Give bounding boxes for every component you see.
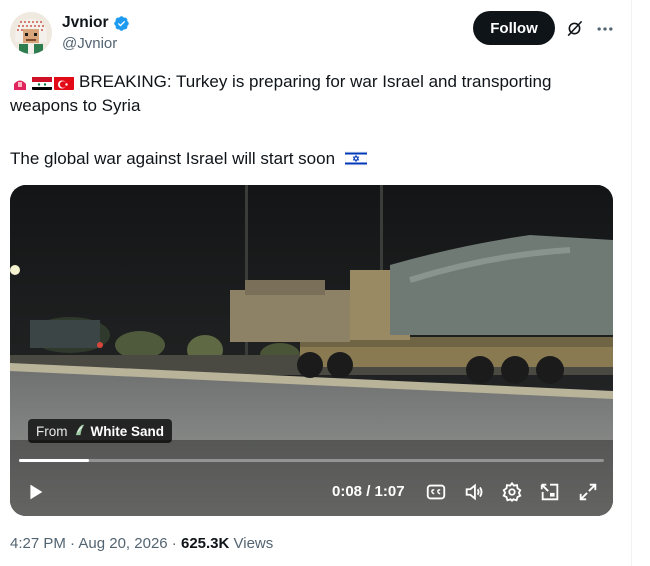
rotating-light-icon <box>10 75 30 90</box>
tweet-metadata: 4:27 PM · Aug 20, 2026 · 625.3K Views <box>10 535 273 552</box>
follow-button[interactable]: Follow <box>473 11 555 45</box>
source-name: White Sand <box>90 423 165 439</box>
current-time: 0:08 <box>332 483 363 500</box>
verified-badge-icon <box>113 15 130 32</box>
column-divider <box>631 0 632 566</box>
video-time: 0:08 / 1:07 <box>332 483 405 500</box>
meta-separator: · <box>65 535 79 552</box>
source-attribution-badge[interactable]: From White Sand <box>28 419 172 443</box>
video-progress-fill <box>19 459 89 462</box>
video-progress-bar[interactable] <box>19 459 604 462</box>
turkey-flag-icon <box>54 75 74 90</box>
grok-icon[interactable] <box>565 19 584 38</box>
settings-gear-icon[interactable] <box>501 481 523 503</box>
israel-flag-icon <box>344 149 368 167</box>
tweet-text-line2: The global war against Israel will start… <box>10 149 336 168</box>
post-time[interactable]: 4:27 PM <box>10 535 66 552</box>
tweet-text-line2-container: The global war against Israel will start… <box>10 147 368 171</box>
from-label: From <box>36 423 68 439</box>
syria-flag-icon <box>32 75 52 90</box>
video-frame <box>10 185 613 516</box>
play-icon[interactable] <box>24 481 46 503</box>
closed-captions-icon[interactable] <box>425 481 447 503</box>
tweet-text: BREAKING: Turkey is preparing for war Is… <box>10 70 620 118</box>
picture-in-picture-icon[interactable] <box>539 481 561 503</box>
tweet-text-line1: BREAKING: Turkey is preparing for war Is… <box>10 72 552 115</box>
name-row: Jvnior <box>62 14 130 32</box>
user-handle[interactable]: @Jvnior <box>62 35 117 52</box>
post-date[interactable]: Aug 20, 2026 <box>78 535 167 552</box>
video-controls: 0:08 / 1:07 <box>10 475 613 511</box>
duration: 1:07 <box>374 483 405 500</box>
source-avatar-icon <box>73 423 86 439</box>
emoji-flags <box>10 75 74 90</box>
fullscreen-icon[interactable] <box>577 481 599 503</box>
views-count[interactable]: 625.3K <box>181 535 229 552</box>
time-separator: / <box>362 483 375 500</box>
meta-separator: · <box>167 535 181 552</box>
display-name[interactable]: Jvnior <box>62 14 109 32</box>
volume-icon[interactable] <box>463 481 485 503</box>
video-player[interactable]: From White Sand 0:08 / 1:07 <box>10 185 613 516</box>
more-options-icon[interactable] <box>595 19 615 39</box>
views-label: Views <box>229 535 274 552</box>
tweet-header: Jvnior @Jvnior Follow <box>10 10 622 58</box>
avatar[interactable] <box>10 12 52 54</box>
